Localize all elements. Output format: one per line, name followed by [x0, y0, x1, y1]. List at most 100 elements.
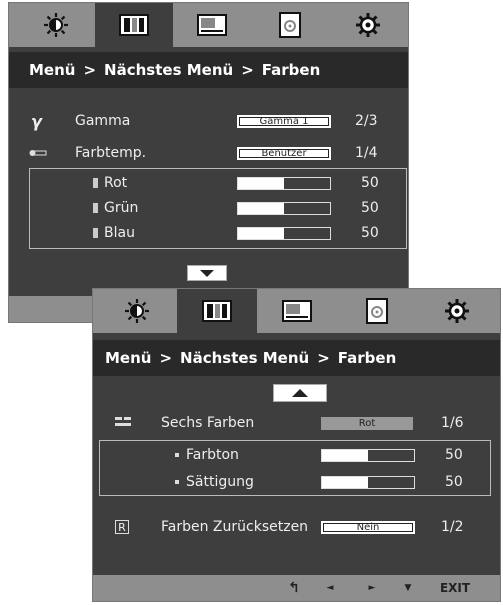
- tab-picture[interactable]: [173, 3, 251, 47]
- settings-gear-icon: [356, 13, 380, 37]
- tab-picture[interactable]: [257, 289, 337, 333]
- brightness-icon: [125, 299, 149, 323]
- menu-row-gamma[interactable]: γ Gamma Gamma 1 2/3: [9, 108, 408, 134]
- down-arrow-icon: ▼: [404, 583, 412, 593]
- menu-row-blau[interactable]: Blau 50: [9, 220, 408, 246]
- saettigung-label-wrap: Sättigung: [175, 474, 254, 490]
- menu-tab-bar: [93, 289, 500, 333]
- saettigung-value: 50: [445, 474, 463, 490]
- rot-slider-fill: [238, 177, 284, 189]
- sechs-farben-count: 1/6: [441, 415, 464, 431]
- menu-row-gruen[interactable]: Grün 50: [9, 195, 408, 221]
- exit-button[interactable]: EXIT: [433, 575, 477, 601]
- breadcrumb-menu: Menü: [29, 61, 76, 79]
- farben-zuruecksetzen-count: 1/2: [441, 519, 464, 535]
- menu-row-farbton[interactable]: Farbton 50: [93, 442, 500, 468]
- tab-sound[interactable]: [251, 3, 329, 47]
- bullet-dot-icon: [175, 453, 179, 457]
- sound-icon: [366, 298, 388, 324]
- saettigung-slider[interactable]: [321, 475, 415, 489]
- breadcrumb-separator: >: [159, 349, 173, 367]
- breadcrumb-current: Farben: [261, 61, 321, 79]
- blau-slider-fill: [238, 227, 284, 239]
- tab-settings[interactable]: [417, 289, 497, 333]
- breadcrumb-separator: >: [83, 61, 97, 79]
- breadcrumb: Menü > Nächstes Menü > Farben: [9, 52, 408, 88]
- breadcrumb-next-menu: Nächstes Menü: [104, 61, 234, 79]
- blau-value: 50: [361, 225, 379, 241]
- bullet-square-icon: [93, 203, 98, 213]
- tab-color[interactable]: [177, 289, 257, 333]
- gamma-count: 2/3: [355, 113, 378, 129]
- menu-row-sechs-farben[interactable]: Sechs Farben Rot 1/6: [93, 410, 500, 436]
- reset-r-icon: R: [115, 520, 129, 534]
- settings-gear-icon: [445, 299, 469, 323]
- breadcrumb-separator: >: [241, 61, 254, 79]
- bullet-dot-icon: [175, 480, 179, 484]
- picture-icon: [282, 300, 312, 322]
- bullet-square-icon: [93, 228, 98, 238]
- farben-zuruecksetzen-value[interactable]: Nein: [321, 520, 415, 534]
- farbton-label-wrap: Farbton: [175, 447, 239, 463]
- rot-slider[interactable]: [237, 176, 331, 190]
- gamma-value[interactable]: Gamma 1: [237, 114, 331, 128]
- back-button[interactable]: ↰: [279, 575, 309, 601]
- blau-slider[interactable]: [237, 226, 331, 240]
- footer-bar: ↰ ◄ ► ▼ EXIT: [93, 575, 500, 601]
- tab-color[interactable]: [95, 3, 173, 47]
- gruen-value: 50: [361, 200, 379, 216]
- breadcrumb: Menü > Nächstes Menü > Farben: [93, 340, 500, 376]
- breadcrumb-separator: >: [317, 349, 330, 367]
- menu-row-rot[interactable]: Rot 50: [9, 170, 408, 196]
- exit-label: EXIT: [439, 581, 471, 595]
- brightness-icon: [44, 13, 68, 37]
- menu-row-farben-zuruecksetzen[interactable]: R Farben Zurücksetzen Nein 1/2: [93, 514, 500, 540]
- six-colors-icon: [115, 415, 131, 431]
- scroll-down-button[interactable]: [187, 265, 227, 281]
- gruen-label: Grün: [104, 200, 139, 216]
- blau-label-wrap: Blau: [93, 225, 135, 241]
- right-arrow-icon: ►: [368, 583, 376, 593]
- osd-menu-farben-1: Menü > Nächstes Menü > Farben γ Gamma Ga…: [8, 2, 409, 323]
- blau-label: Blau: [104, 225, 135, 241]
- left-button[interactable]: ◄: [315, 575, 345, 601]
- osd-menu-farben-2: Menü > Nächstes Menü > Farben Sechs Farb…: [92, 288, 501, 602]
- rot-label-wrap: Rot: [93, 175, 127, 191]
- farbtemp-value[interactable]: Benutzer: [237, 146, 331, 160]
- gruen-slider[interactable]: [237, 201, 331, 215]
- breadcrumb-next-menu: Nächstes Menü: [180, 349, 310, 367]
- color-bars-icon: [119, 14, 149, 36]
- down-button[interactable]: ▼: [393, 575, 423, 601]
- farben-zuruecksetzen-label: Farben Zurücksetzen: [161, 519, 309, 535]
- tab-sound[interactable]: [337, 289, 417, 333]
- sechs-farben-label: Sechs Farben: [161, 415, 255, 431]
- color-bars-icon: [202, 300, 232, 322]
- farbton-slider-fill: [322, 449, 368, 461]
- tab-settings[interactable]: [329, 3, 407, 47]
- arrow-down-icon: [200, 269, 214, 277]
- rot-label: Rot: [104, 175, 128, 191]
- breadcrumb-current: Farben: [337, 349, 397, 367]
- farbtemp-label: Farbtemp.: [75, 145, 147, 161]
- gamma-icon: γ: [31, 111, 42, 131]
- bullet-square-icon: [93, 178, 98, 188]
- tab-brightness[interactable]: [17, 3, 95, 47]
- thermometer-icon: [29, 145, 47, 161]
- left-arrow-icon: ◄: [326, 583, 334, 593]
- farbton-label: Farbton: [186, 447, 239, 463]
- farbtemp-count: 1/4: [355, 145, 378, 161]
- gamma-label: Gamma: [75, 113, 131, 129]
- right-button[interactable]: ►: [357, 575, 387, 601]
- menu-row-farbtemp[interactable]: Farbtemp. Benutzer 1/4: [9, 140, 408, 166]
- breadcrumb-menu: Menü: [105, 349, 152, 367]
- tab-brightness[interactable]: [97, 289, 177, 333]
- saettigung-label: Sättigung: [186, 474, 254, 490]
- menu-tab-bar: [9, 3, 408, 47]
- farbton-slider[interactable]: [321, 448, 415, 462]
- menu-row-saettigung[interactable]: Sättigung 50: [93, 469, 500, 495]
- saettigung-slider-fill: [322, 476, 368, 488]
- sechs-farben-value[interactable]: Rot: [321, 416, 413, 430]
- scroll-up-button[interactable]: [273, 384, 327, 402]
- rot-value: 50: [361, 175, 379, 191]
- back-icon: ↰: [288, 580, 300, 596]
